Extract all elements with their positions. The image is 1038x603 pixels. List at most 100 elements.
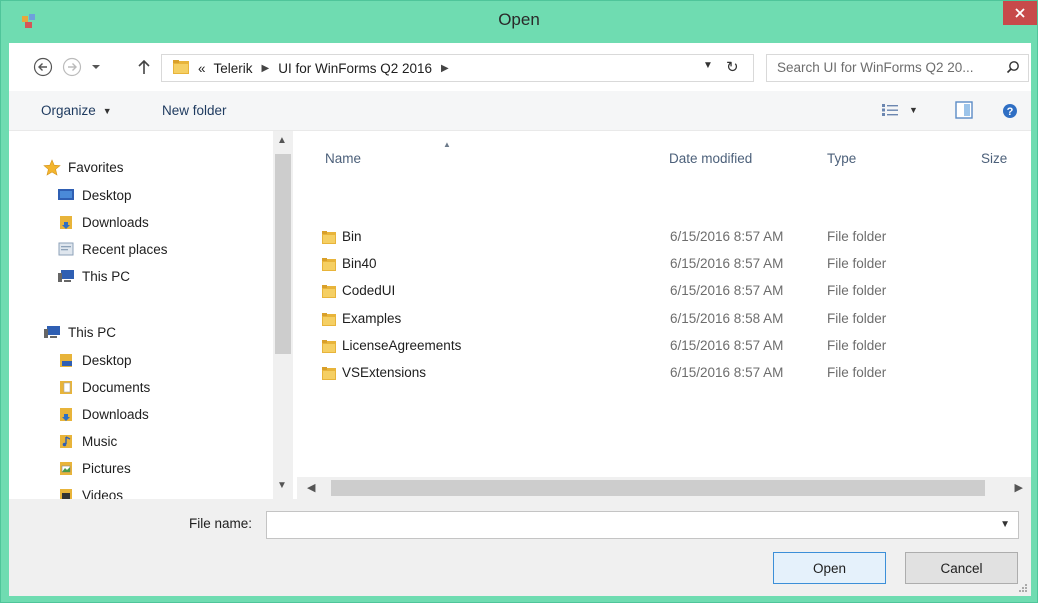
nav-this-pc-videos[interactable]: Videos [56, 482, 123, 499]
nav-label: Pictures [82, 460, 131, 476]
file-name-input[interactable] [273, 517, 973, 532]
resize-grip-icon[interactable] [1018, 583, 1028, 593]
help-button[interactable]: ? [1002, 103, 1018, 122]
nav-label: Music [82, 433, 118, 449]
svg-text:?: ? [1007, 106, 1014, 118]
chevron-down-icon [92, 65, 100, 69]
folder-icon [172, 58, 190, 79]
close-button[interactable] [1003, 1, 1037, 25]
refresh-icon[interactable]: ↻ [726, 58, 739, 76]
nav-label: Downloads [82, 214, 149, 230]
scroll-down-icon[interactable]: ▼ [277, 480, 287, 491]
desktop-icon [56, 187, 76, 203]
breadcrumb-separator-icon[interactable]: ▶ [262, 63, 270, 74]
nav-favorites[interactable]: Favorites [42, 154, 124, 180]
organize-label: Organize [41, 103, 96, 118]
file-row[interactable]: VSExtensions 6/15/2016 8:57 AM File fold… [297, 360, 1031, 387]
file-row[interactable]: CodedUI 6/15/2016 8:57 AM File folder [297, 278, 1031, 305]
help-icon: ? [1003, 104, 1017, 118]
file-name: CodedUI [342, 283, 396, 298]
nav-favorites-recent-places[interactable]: Recent places [56, 236, 168, 262]
address-dropdown-icon[interactable]: ▼ [703, 60, 713, 71]
nav-this-pc-downloads[interactable]: Downloads [56, 401, 149, 427]
downloads-icon [56, 406, 76, 422]
new-folder-button[interactable]: New folder [162, 103, 227, 118]
file-name: VSExtensions [342, 365, 427, 380]
nav-label: This PC [68, 324, 117, 340]
search-box[interactable] [766, 54, 1029, 82]
address-bar[interactable]: « Telerik ▶ UI for WinForms Q2 2016 ▶ ▼ … [161, 54, 754, 82]
file-row[interactable]: Examples 6/15/2016 8:58 AM File folder [297, 306, 1031, 333]
nav-label: Documents [82, 379, 151, 395]
cancel-button[interactable]: Cancel [905, 552, 1018, 584]
details-view-icon [882, 104, 898, 116]
back-button[interactable] [32, 57, 54, 77]
up-button[interactable] [134, 57, 154, 77]
column-header-date-modified[interactable]: Date modified [669, 151, 752, 166]
nav-label: Desktop [82, 352, 132, 368]
column-header-name[interactable]: Name [325, 151, 361, 166]
nav-this-pc-desktop[interactable]: Desktop [56, 347, 132, 373]
file-list-horizontal-scrollbar[interactable]: ◀ ▶ [297, 477, 1031, 499]
organize-button[interactable]: Organize ▼ [41, 103, 112, 118]
scrollbar-thumb[interactable] [331, 480, 985, 496]
file-name-label: File name: [189, 516, 253, 531]
file-row[interactable]: Bin 6/15/2016 8:57 AM File folder [297, 224, 1031, 251]
nav-this-pc-music[interactable]: Music [56, 428, 117, 454]
folder-icon [321, 365, 337, 384]
breadcrumb-separator-icon[interactable]: ▶ [441, 63, 449, 74]
file-type: File folder [827, 365, 887, 380]
breadcrumb-overflow[interactable]: « [198, 61, 206, 76]
dialog-client-area: « Telerik ▶ UI for WinForms Q2 2016 ▶ ▼ … [9, 43, 1031, 596]
file-row[interactable]: LicenseAgreements 6/15/2016 8:57 AM File… [297, 333, 1031, 360]
videos-icon [56, 487, 76, 499]
scroll-right-icon[interactable]: ▶ [1015, 481, 1023, 494]
file-date: 6/15/2016 8:57 AM [670, 256, 784, 271]
recent-places-icon [56, 241, 76, 257]
column-header-size[interactable]: Size [981, 151, 1007, 166]
preview-pane-button[interactable] [955, 101, 973, 122]
window-title: Open [498, 10, 540, 29]
breadcrumb-ui-for-winforms[interactable]: UI for WinForms Q2 2016 [278, 61, 432, 76]
scroll-up-icon[interactable]: ▲ [277, 135, 287, 146]
file-name-combobox[interactable]: ▼ [266, 511, 1019, 539]
file-list: ▲ Name Date modified Type Size Bin 6/15/… [297, 131, 1031, 477]
up-arrow-icon [138, 59, 150, 74]
close-icon [1015, 8, 1025, 18]
chevron-down-icon: ▼ [102, 105, 112, 116]
nav-favorites-this-pc[interactable]: This PC [56, 263, 130, 289]
file-name: LicenseAgreements [342, 338, 462, 353]
star-icon [42, 158, 62, 176]
nav-label: Favorites [68, 159, 124, 175]
scrollbar-thumb[interactable] [275, 154, 291, 354]
file-date: 6/15/2016 8:57 AM [670, 229, 784, 244]
desktop-folder-icon [56, 352, 76, 368]
search-input[interactable] [777, 60, 997, 75]
title-bar[interactable]: Open [1, 1, 1037, 43]
folder-icon [321, 256, 337, 275]
breadcrumb-telerik[interactable]: Telerik [214, 61, 253, 76]
nav-favorites-downloads[interactable]: Downloads [56, 209, 149, 235]
computer-icon [56, 268, 76, 284]
nav-label: Videos [82, 487, 124, 500]
file-row[interactable]: Bin40 6/15/2016 8:57 AM File folder [297, 251, 1031, 278]
nav-this-pc-documents[interactable]: Documents [56, 374, 150, 400]
forward-button[interactable] [61, 57, 83, 77]
column-header-type[interactable]: Type [827, 151, 856, 166]
change-view-button[interactable]: ▼ [881, 103, 918, 117]
nav-favorites-desktop[interactable]: Desktop [56, 182, 132, 208]
nav-this-pc-pictures[interactable]: Pictures [56, 455, 131, 481]
search-icon[interactable] [1006, 60, 1020, 77]
open-dialog: Open « Telerik ▶ UI for WinForms Q2 2016… [0, 0, 1038, 603]
nav-this-pc[interactable]: This PC [42, 319, 116, 345]
recent-locations-button[interactable] [87, 57, 105, 77]
chevron-down-icon[interactable]: ▼ [1000, 519, 1010, 530]
scroll-left-icon[interactable]: ◀ [307, 481, 315, 494]
computer-icon [42, 324, 62, 340]
folder-icon [321, 311, 337, 330]
file-date: 6/15/2016 8:57 AM [670, 365, 784, 380]
nav-label: Desktop [82, 187, 132, 203]
open-button[interactable]: Open [773, 552, 886, 584]
nav-pane-scrollbar[interactable]: ▲ ▼ [273, 131, 293, 499]
file-type: File folder [827, 256, 887, 271]
